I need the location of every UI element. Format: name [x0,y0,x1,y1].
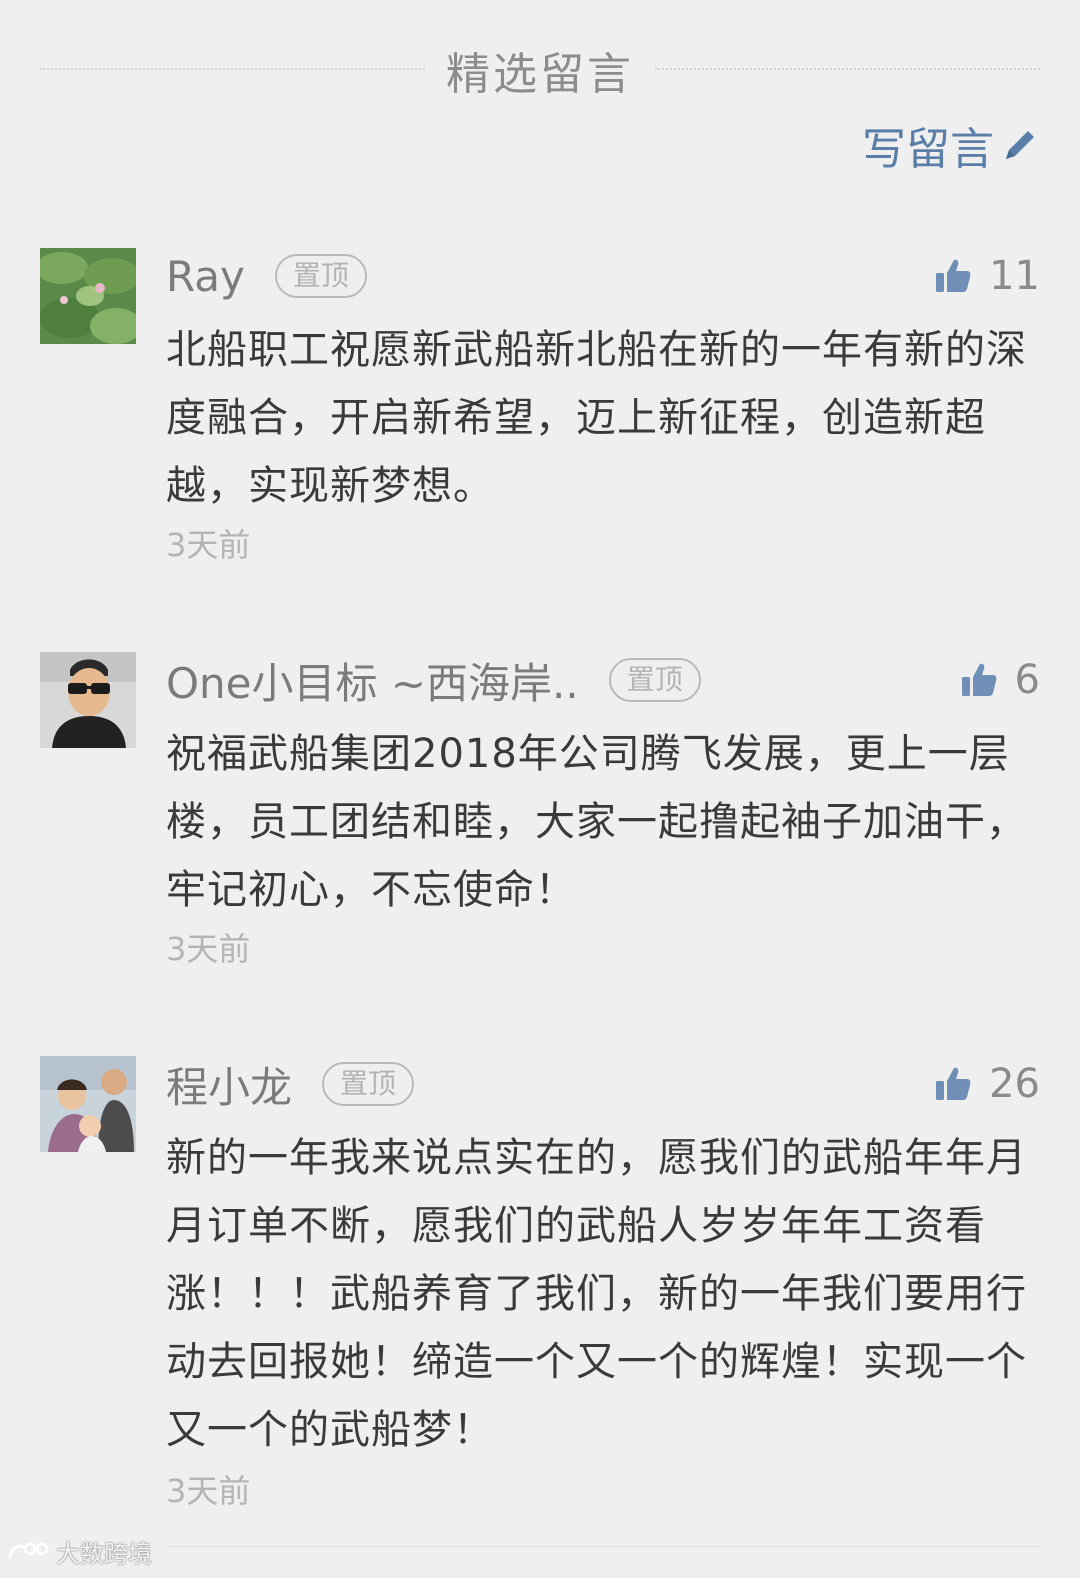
write-comment-button[interactable]: 写留言 [862,115,1040,175]
comment-item: 程小龙 置顶 26 新的一年我来说点实在的，愿我们的武船年年月月订单不断，愿我们… [0,1056,1080,1516]
comment-time: 3天前 [166,526,251,564]
divider-right [655,68,1040,70]
comment-header: 程小龙 置顶 26 [166,1056,1040,1112]
nickname[interactable]: One小目标 ~西海岸.. [166,650,579,711]
section-header: 精选留言 [40,30,1040,100]
like-count: 11 [989,253,1040,299]
pinned-badge: 置顶 [322,1062,415,1106]
comment-text: 北船职工祝愿新武船新北船在新的一年有新的深度融合，开启新希望，迈上新征程，创造新… [166,327,1027,509]
comment-header: Ray 置顶 11 [166,248,1040,304]
nickname[interactable]: 程小龙 [166,1054,292,1115]
divider-left [40,68,425,70]
comment-item: One小目标 ~西海岸.. 置顶 6 祝福武船集团2018年公司腾飞发展，更上一… [0,652,1080,972]
thumbs-up-icon [936,259,971,292]
comment-time: 3天前 [166,930,251,968]
comments-page: 精选留言 写留言 Ray 置顶 11 北船职工祝愿新武船新北船在新的一年有新的深… [0,0,1080,1578]
comment-text: 新的一年我来说点实在的，愿我们的武船年年月月订单不断，愿我们的武船人岁岁年年工资… [166,1135,1027,1453]
thumbs-up-icon [936,1067,971,1100]
pinned-badge: 置顶 [608,658,701,702]
like-count: 26 [989,1061,1040,1107]
like-button[interactable]: 26 [933,1061,1040,1107]
write-comment-label: 写留言 [862,124,994,175]
pinned-badge: 置顶 [274,254,367,298]
avatar[interactable] [40,248,136,344]
watermark-text: 大数跨境 [56,1540,152,1568]
like-count: 6 [1014,657,1040,703]
watermark-logo-icon [8,1542,49,1559]
nickname[interactable]: Ray [166,252,245,301]
divider-bottom [166,1546,1040,1547]
comment-time: 3天前 [166,1472,251,1510]
section-title: 精选留言 [446,49,634,100]
comment-item: Ray 置顶 11 北船职工祝愿新武船新北船在新的一年有新的深度融合，开启新希望… [0,248,1080,568]
comment-header: One小目标 ~西海岸.. 置顶 6 [166,652,1040,708]
comment-text: 祝福武船集团2018年公司腾飞发展，更上一层楼，员工团结和睦，大家一起撸起袖子加… [166,731,1027,913]
avatar[interactable] [40,1056,136,1152]
like-button[interactable]: 11 [933,253,1040,299]
like-button[interactable]: 6 [959,657,1040,703]
avatar[interactable] [40,652,136,748]
thumbs-up-icon [961,663,996,696]
pencil-icon [1006,131,1034,159]
watermark: 大数跨境 [6,1534,152,1569]
